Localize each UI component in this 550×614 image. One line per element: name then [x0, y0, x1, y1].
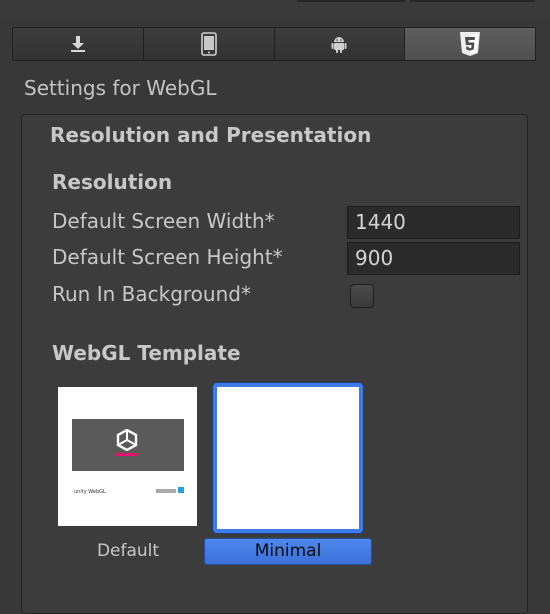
template-default-label[interactable]: Default — [58, 540, 198, 562]
platform-tab-bar — [12, 27, 536, 61]
settings-title: Settings for WebGL — [24, 76, 217, 100]
top-strip-segment — [297, 0, 405, 2]
tab-standalone[interactable] — [13, 28, 144, 60]
template-minimal-label[interactable]: Minimal — [204, 538, 372, 565]
default-screen-height-label: Default Screen Height* — [52, 245, 283, 269]
template-minimal-thumbnail[interactable] — [213, 383, 363, 533]
webgl-template-header: WebGL Template — [52, 341, 241, 365]
template-footer-caption: unity WebGL — [74, 489, 106, 495]
run-in-background-checkbox[interactable] — [350, 284, 374, 308]
default-screen-width-label: Default Screen Width* — [52, 209, 275, 233]
loading-bar — [116, 453, 138, 456]
section-header-resolution-presentation[interactable]: Resolution and Presentation — [50, 123, 371, 147]
resolution-header: Resolution — [52, 170, 173, 194]
top-strip — [0, 0, 550, 20]
tab-webgl[interactable] — [405, 28, 535, 60]
run-in-background-label: Run In Background* — [52, 282, 251, 306]
unity-logo-icon — [116, 429, 138, 451]
mobile-device-icon — [200, 32, 217, 56]
fullscreen-icon — [178, 487, 184, 493]
default-screen-width-field[interactable]: 1440 — [347, 206, 520, 239]
android-icon — [331, 37, 347, 53]
top-strip-segment — [410, 0, 535, 2]
default-screen-height-field[interactable]: 900 — [347, 242, 520, 275]
tab-android[interactable] — [274, 28, 406, 60]
template-footer-title — [156, 489, 176, 493]
html5-icon — [460, 32, 481, 56]
template-preview-screen — [72, 419, 184, 471]
tab-ios[interactable] — [143, 28, 275, 60]
download-icon — [70, 36, 85, 52]
template-default-thumbnail[interactable]: unity WebGL — [58, 387, 197, 526]
